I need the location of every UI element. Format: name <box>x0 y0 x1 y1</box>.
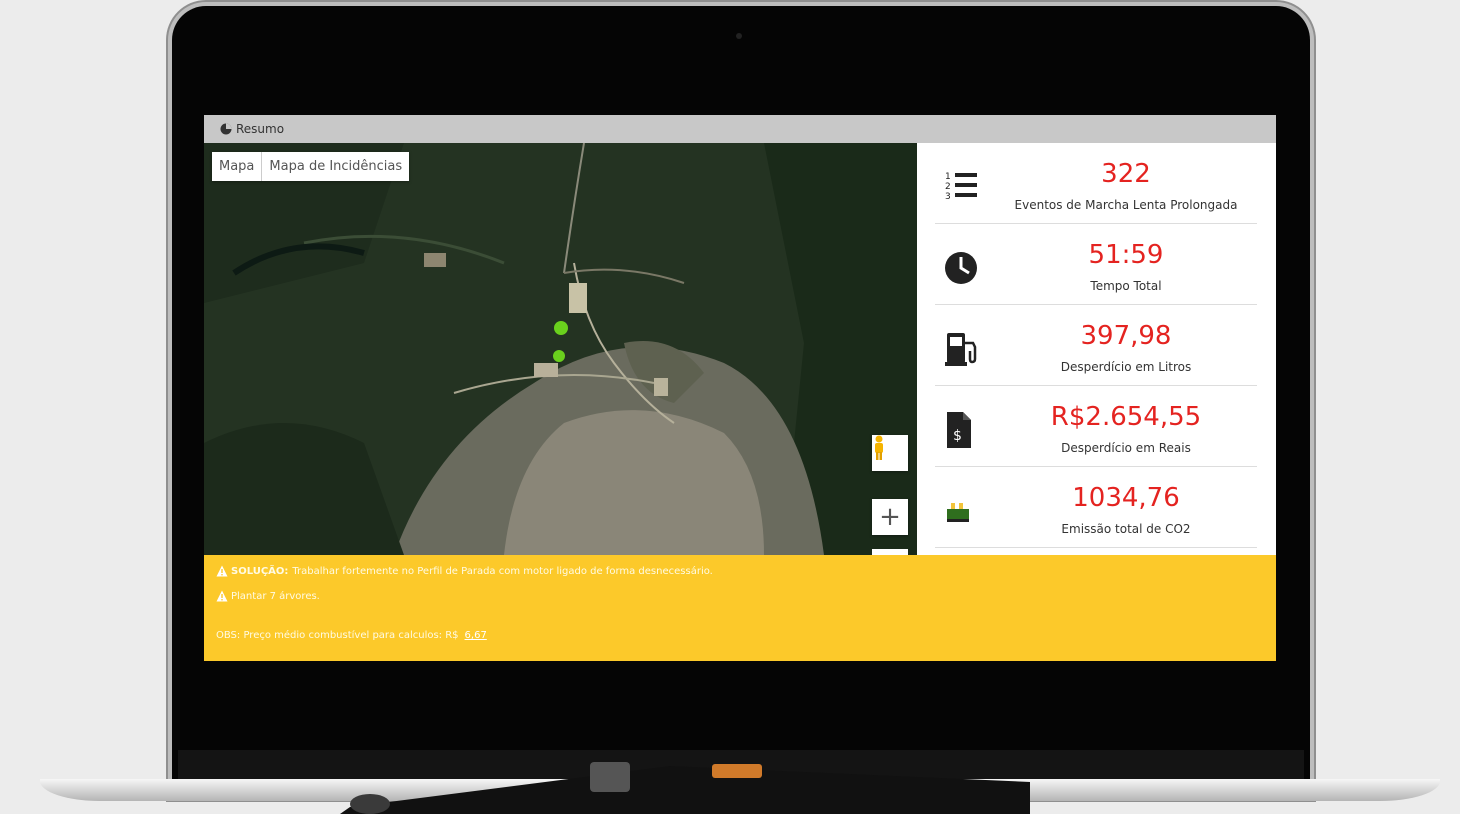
stat-co2: 1034,76 Emissão total de CO2 <box>935 467 1257 548</box>
telematics-device-image <box>340 762 1030 814</box>
stat-events: 1 2 3 322 Eventos de Marcha Lenta Prolon… <box>935 143 1257 224</box>
summary-header: Resumo <box>204 115 1276 143</box>
stat-value: 322 <box>1101 159 1151 189</box>
stat-value: R$2.654,55 <box>1050 402 1202 432</box>
tab-mapa[interactable]: Mapa <box>212 152 261 181</box>
solution-text: Trabalhar fortemente no Perfil de Parada… <box>292 565 713 577</box>
obs-text: OBS: Preço médio combustível para calcul… <box>216 630 459 641</box>
pegman-icon <box>875 435 883 460</box>
stat-reais: $ R$2.654,55 Desperdício em Reais <box>935 386 1257 467</box>
fuel-pump-icon <box>945 333 977 366</box>
pie-chart-icon <box>220 123 232 135</box>
stat-value: 397,98 <box>1080 321 1172 351</box>
numbered-list-icon: 1 2 3 <box>945 172 977 202</box>
street-view-button[interactable] <box>872 435 908 471</box>
solution-line: SOLUÇÃO: Trabalhar fortemente no Perfil … <box>216 565 713 577</box>
camera-icon <box>736 33 742 39</box>
stat-value: 1034,76 <box>1072 483 1180 513</box>
clock-icon <box>945 252 977 284</box>
dashboard-window: Resumo Mapa Mapa de Incidências + 1 2 3 … <box>204 115 1276 661</box>
tree-recommendation: Plantar 7 árvores. <box>216 590 320 602</box>
solution-banner: SOLUÇÃO: Trabalhar fortemente no Perfil … <box>204 555 1276 661</box>
stat-label: Desperdício em Litros <box>1060 360 1192 374</box>
summary-title: Resumo <box>236 122 285 136</box>
stat-label: Eventos de Marcha Lenta Prolongada <box>1014 198 1238 212</box>
fuel-price-note: OBS: Preço médio combustível para calcul… <box>216 630 487 641</box>
warning-icon <box>216 565 228 577</box>
tree-text: Plantar 7 árvores. <box>231 590 320 602</box>
fuel-price-value: 6,67 <box>464 630 487 641</box>
svg-text:$: $ <box>953 428 962 444</box>
stat-label: Tempo Total <box>1090 279 1162 293</box>
svg-text:1: 1 <box>945 172 951 182</box>
stat-value: 51:59 <box>1088 240 1164 270</box>
solution-label: SOLUÇÃO: <box>231 565 289 577</box>
stat-total-time: 51:59 Tempo Total <box>935 224 1257 305</box>
stats-panel: 1 2 3 322 Eventos de Marcha Lenta Prolon… <box>917 143 1276 555</box>
svg-text:2: 2 <box>945 182 951 192</box>
svg-text:3: 3 <box>945 192 951 202</box>
warning-icon <box>216 590 228 602</box>
stat-label: Desperdício em Reais <box>1061 441 1191 455</box>
money-document-icon: $ <box>947 412 971 448</box>
co2-emission-icon <box>947 503 969 522</box>
stat-liters: 397,98 Desperdício em Litros <box>935 305 1257 386</box>
map-type-tabs: Mapa Mapa de Incidências <box>212 152 410 181</box>
tab-mapa-incidencias[interactable]: Mapa de Incidências <box>261 152 409 181</box>
stat-label: Emissão total de CO2 <box>1061 522 1191 536</box>
zoom-in-button[interactable]: + <box>872 499 908 535</box>
satellite-map[interactable]: Mapa Mapa de Incidências + <box>204 143 917 555</box>
